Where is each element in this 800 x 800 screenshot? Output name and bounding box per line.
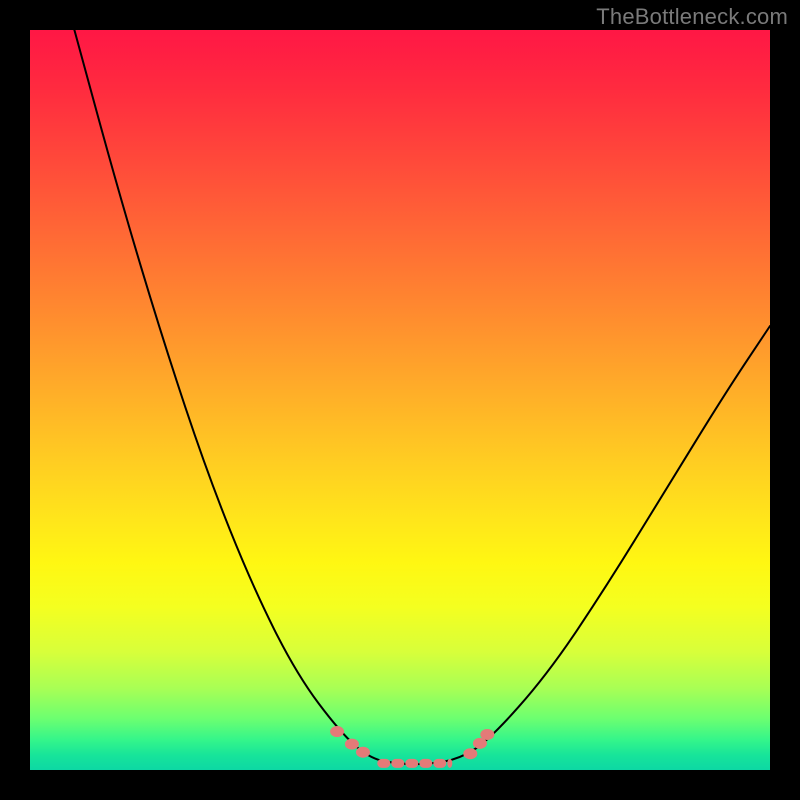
flat-marker: [378, 759, 390, 767]
flat-marker: [434, 759, 446, 767]
left-markers: [331, 727, 370, 758]
flat-marker: [448, 759, 452, 767]
chart-frame: TheBottleneck.com: [0, 0, 800, 800]
curve-marker: [473, 738, 486, 748]
bottleneck-curve: [74, 30, 770, 764]
curve-marker: [464, 749, 477, 759]
curve-marker: [345, 739, 358, 749]
flat-marker: [420, 759, 432, 767]
watermark-text: TheBottleneck.com: [596, 4, 788, 30]
flat-marker: [392, 759, 404, 767]
flat-marker-band: [378, 759, 452, 767]
curve-marker: [481, 729, 494, 739]
curve-marker: [331, 727, 344, 737]
right-markers: [464, 729, 494, 758]
plot-area: [30, 30, 770, 770]
flat-marker: [406, 759, 418, 767]
curve-marker: [357, 747, 370, 757]
chart-svg: [30, 30, 770, 770]
